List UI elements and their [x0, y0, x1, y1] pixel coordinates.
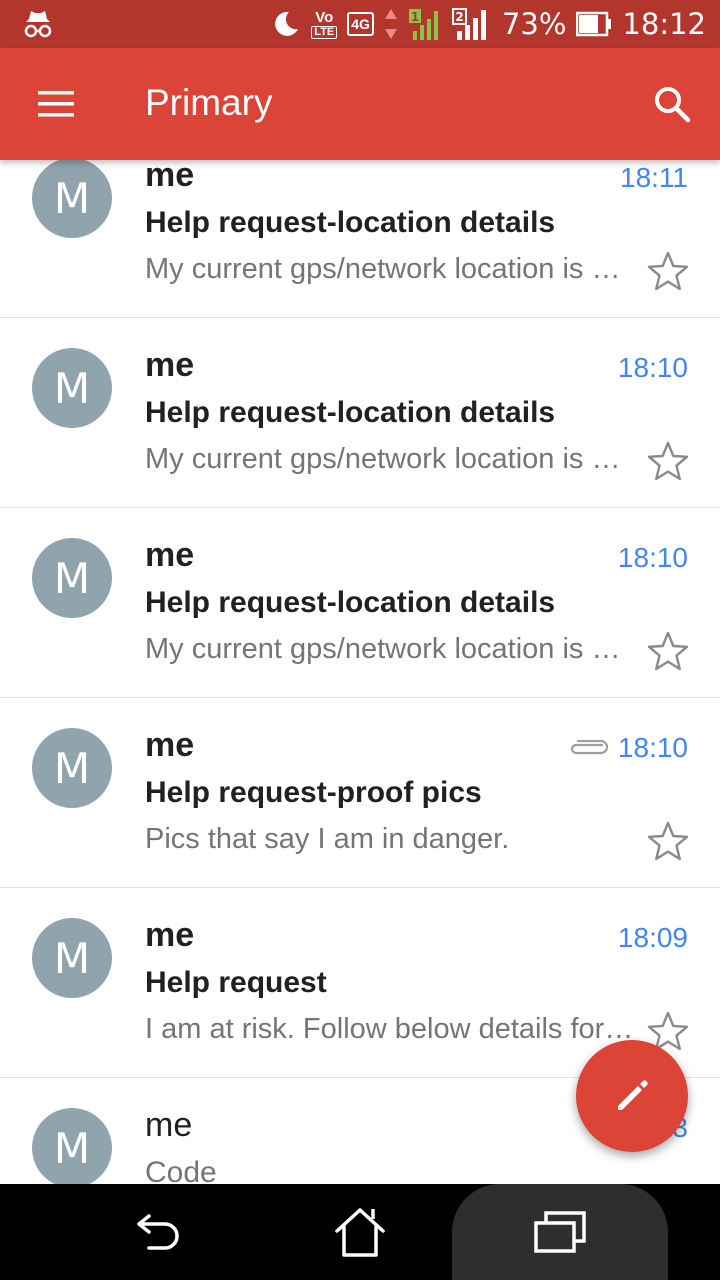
- email-row-3[interactable]: M me 18:10 Help request-location details…: [0, 508, 720, 698]
- star-icon[interactable]: [646, 630, 690, 674]
- moon-icon: [275, 11, 299, 36]
- avatar[interactable]: M: [32, 538, 112, 618]
- home-icon: [335, 1208, 385, 1257]
- status-time: 18:12: [622, 7, 706, 41]
- email-time: 18:10: [617, 732, 688, 763]
- pencil-icon: [618, 1080, 648, 1110]
- signal-sim2-icon: 2: [451, 8, 486, 40]
- email-snippet: My current gps/network location is …: [145, 633, 621, 665]
- email-sender: me: [145, 536, 195, 574]
- email-sender: me: [145, 1106, 193, 1144]
- compose-button[interactable]: [576, 1040, 688, 1152]
- avatar[interactable]: M: [32, 348, 112, 428]
- email-row-2[interactable]: M me 18:10 Help request-location details…: [0, 318, 720, 508]
- menu-button[interactable]: [22, 80, 90, 128]
- email-row-1[interactable]: M me 18:11 Help request-location details…: [0, 160, 720, 318]
- volte-icon: Vo LTE: [311, 10, 338, 39]
- back-button[interactable]: [110, 1184, 210, 1280]
- email-time: 18:11: [620, 162, 688, 193]
- email-sender: me: [145, 726, 195, 764]
- avatar[interactable]: M: [32, 918, 112, 998]
- email-subject: Help request-location details: [145, 396, 556, 429]
- avatar[interactable]: M: [32, 160, 112, 238]
- recents-button[interactable]: [452, 1184, 668, 1280]
- back-icon: [137, 1214, 179, 1250]
- navigation-bar: [0, 1184, 720, 1280]
- email-snippet: My current gps/network location is …: [145, 443, 621, 475]
- battery-percent: 73%: [501, 7, 567, 41]
- avatar[interactable]: M: [32, 1108, 112, 1184]
- email-subject: Code: [145, 1156, 217, 1184]
- star-icon[interactable]: [646, 440, 690, 484]
- email-time: 18:10: [617, 352, 688, 383]
- email-snippet: My current gps/network location is …: [145, 253, 621, 285]
- status-bar: Vo LTE 4G 1 2 73% 18:12: [0, 0, 720, 48]
- email-snippet: Pics that say I am in danger.: [145, 823, 510, 855]
- avatar[interactable]: M: [32, 728, 112, 808]
- search-button[interactable]: [646, 78, 698, 130]
- network-type-badge: 4G: [347, 12, 374, 36]
- attachment-icon: [570, 740, 608, 755]
- incognito-icon: [22, 8, 54, 40]
- email-list[interactable]: M me 18:11 Help request-location details…: [0, 160, 720, 1184]
- email-time: 18:09: [617, 922, 688, 953]
- menu-icon: [38, 91, 74, 117]
- email-snippet: I am at risk. Follow below details for…: [145, 1013, 634, 1045]
- email-sender: me: [145, 346, 195, 384]
- app-toolbar: Primary: [0, 48, 720, 160]
- svg-text:2: 2: [455, 10, 463, 24]
- email-subject: Help request-proof pics: [145, 776, 482, 809]
- page-title: Primary: [145, 82, 273, 123]
- email-sender: me: [145, 160, 195, 194]
- home-button[interactable]: [310, 1184, 410, 1280]
- search-icon: [655, 87, 691, 123]
- star-icon[interactable]: [646, 250, 690, 294]
- email-subject: Help request-location details: [145, 586, 556, 619]
- recents-icon: [534, 1211, 586, 1253]
- svg-text:1: 1: [411, 10, 419, 24]
- email-row-4[interactable]: M me 18:10 Help request-proof pics Pics …: [0, 698, 720, 888]
- data-arrows-icon: [384, 9, 397, 39]
- email-sender: me: [145, 916, 195, 954]
- email-subject: Help request-location details: [145, 206, 556, 239]
- battery-icon: [576, 11, 612, 37]
- star-icon[interactable]: [646, 820, 690, 864]
- email-subject: Help request: [145, 966, 327, 999]
- signal-sim1-icon: 1: [408, 9, 438, 40]
- email-time: 18:10: [617, 542, 688, 573]
